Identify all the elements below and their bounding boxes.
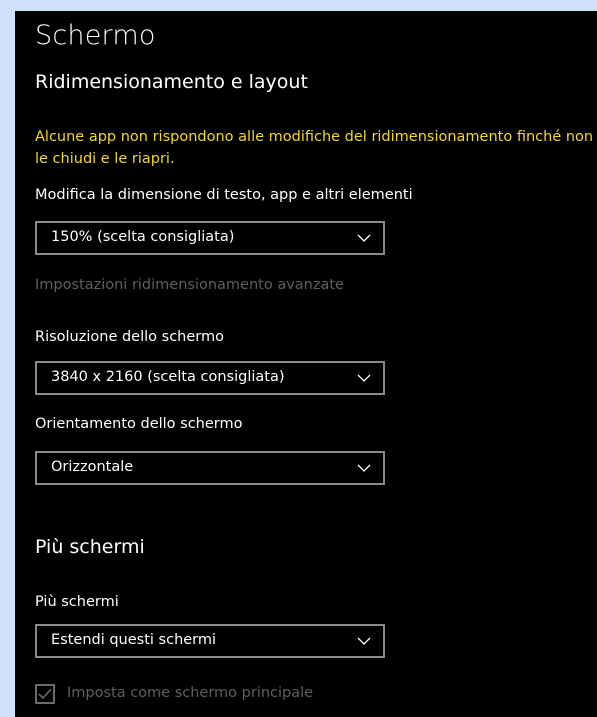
multiple-displays-label: Più schermi xyxy=(35,594,119,610)
multiple-displays-heading: Più schermi xyxy=(35,536,145,558)
multiple-displays-dropdown-value: Estendi questi schermi xyxy=(51,632,217,648)
chevron-down-icon xyxy=(357,374,371,382)
orientation-label: Orientamento dello schermo xyxy=(35,416,243,432)
chevron-down-icon xyxy=(357,234,371,242)
display-settings-panel: Schermo Ridimensionamento e layout Alcun… xyxy=(15,11,597,717)
checkmark-icon xyxy=(38,688,52,700)
scaling-layout-heading: Ridimensionamento e layout xyxy=(35,71,308,93)
chevron-down-icon xyxy=(357,637,371,645)
main-display-checkbox[interactable] xyxy=(35,684,55,704)
scaling-warning-text: Alcune app non rispondono alle modifiche… xyxy=(35,129,594,167)
resolution-dropdown-value: 3840 x 2160 (scelta consigliata) xyxy=(51,369,285,385)
scale-dropdown-value: 150% (scelta consigliata) xyxy=(51,229,235,245)
text-size-label: Modifica la dimensione di testo, app e a… xyxy=(35,187,413,203)
multiple-displays-dropdown[interactable]: Estendi questi schermi xyxy=(35,624,385,658)
advanced-scaling-link[interactable]: Impostazioni ridimensionamento avanzate xyxy=(35,277,344,293)
page-title: Schermo xyxy=(35,20,156,51)
main-display-checkbox-label: Imposta come schermo principale xyxy=(67,685,314,701)
chevron-down-icon xyxy=(357,464,371,472)
orientation-dropdown-value: Orizzontale xyxy=(51,459,134,475)
resolution-dropdown[interactable]: 3840 x 2160 (scelta consigliata) xyxy=(35,361,385,395)
resolution-label: Risoluzione dello schermo xyxy=(35,329,224,345)
orientation-dropdown[interactable]: Orizzontale xyxy=(35,451,385,485)
scale-dropdown[interactable]: 150% (scelta consigliata) xyxy=(35,221,385,255)
